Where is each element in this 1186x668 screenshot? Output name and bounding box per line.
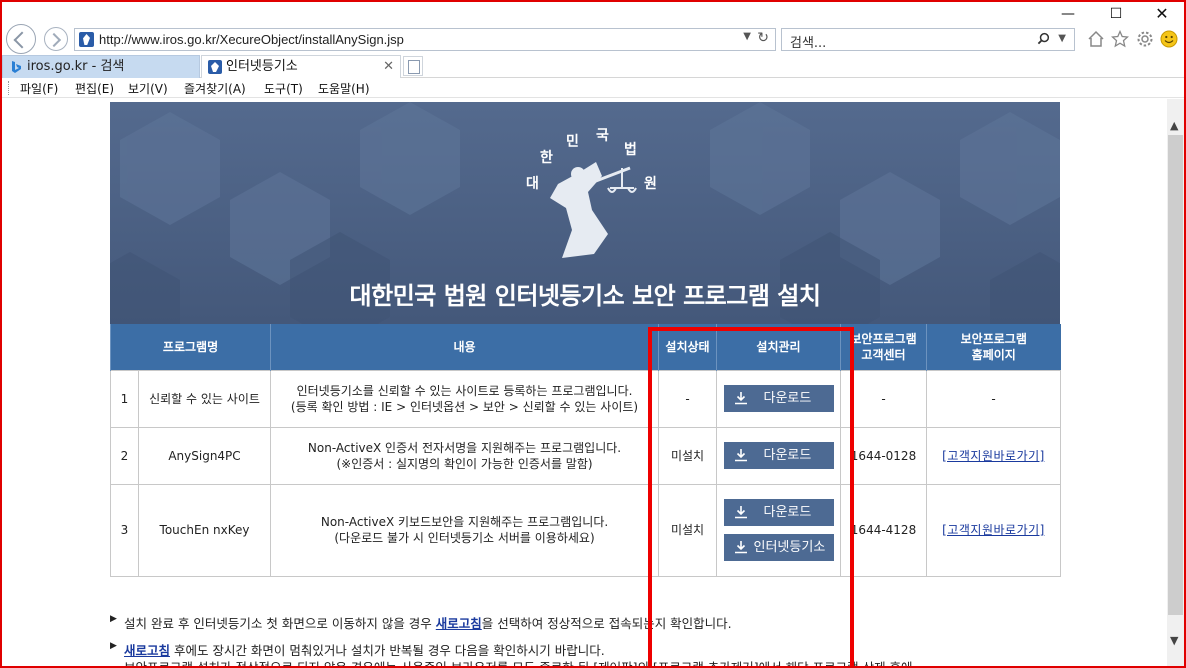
menu-file[interactable]: 파일(F) [20, 80, 58, 97]
bullet-icon: ▶ [110, 641, 117, 651]
favorites-star-icon[interactable] [1111, 30, 1129, 48]
menu-help[interactable]: 도움말(H) [318, 80, 370, 97]
homepage-link: - [926, 369, 1062, 428]
program-description: 인터넷등기소를 신뢰할 수 있는 사이트로 등록하는 프로그램입니다. (등록 확… [270, 369, 660, 428]
menu-favorites[interactable]: 즐겨찾기(A) [184, 80, 246, 97]
homepage-cell: [고객지원바로가기] [926, 426, 1062, 485]
page-title: 대한민국 법원 인터넷등기소 보안 프로그램 설치 [349, 282, 821, 310]
scroll-up-icon[interactable]: ▲ [1170, 119, 1178, 132]
table-row: 2 AnySign4PC Non-ActiveX 인증서 전자서명을 지원해주는… [110, 426, 1062, 485]
emblem-char: 한 [540, 150, 553, 166]
table-row: 1 신뢰할 수 있는 사이트 인터넷등기소를 신뢰할 수 있는 사이트로 등록하… [110, 369, 1062, 428]
feedback-smiley-icon[interactable] [1160, 30, 1178, 48]
header-homepage: 보안프로그램 홈페이지 [926, 324, 1061, 370]
bullet-icon: ▶ [110, 614, 117, 624]
note-subtext: 보안프로그램 설치가 정상적으로 되지 않은 경우에는 사용중인 브라우저를 모… [124, 660, 913, 668]
support-link[interactable]: [고객지원바로가기] [942, 523, 1045, 537]
tab-iros[interactable]: 인터넷등기소 ✕ [201, 55, 401, 78]
scroll-down-icon[interactable]: ▼ [1170, 634, 1178, 647]
menu-tools[interactable]: 도구(T) [264, 80, 303, 97]
close-tab-icon[interactable]: ✕ [383, 56, 394, 78]
table-header-row: 프로그램명 내용 설치상태 설치관리 보안프로그램 고객센터 보안프로그램 홈페이지 [109, 324, 1061, 370]
support-link[interactable]: [고객지원바로가기] [942, 449, 1045, 463]
settings-gear-icon[interactable] [1136, 30, 1154, 48]
search-placeholder[interactable]: 검색... [790, 32, 826, 51]
tab-search[interactable]: iros.go.kr - 검색 [2, 55, 200, 78]
note-item: ▶ 설치 완료 후 인터넷등기소 첫 화면으로 이동하지 않을 경우 새로고침을… [110, 614, 732, 631]
program-description: Non-ActiveX 키보드보안을 지원해주는 프로그램입니다. (다운로드 불… [270, 483, 660, 577]
menu-edit[interactable]: 편집(E) [75, 80, 114, 97]
address-bar[interactable]: http://www.iros.go.kr/XecureObject/insta… [74, 28, 776, 51]
close-window-button[interactable]: ✕ [1150, 4, 1174, 24]
maximize-button[interactable]: ☐ [1104, 4, 1128, 24]
tab-strip: iros.go.kr - 검색 인터넷등기소 ✕ [0, 54, 1186, 78]
scroll-thumb[interactable] [1168, 135, 1183, 615]
emblem-char: 법 [624, 142, 637, 158]
menu-view[interactable]: 보기(V) [128, 80, 168, 97]
vertical-scrollbar[interactable]: ▲ ▼ [1167, 99, 1184, 668]
search-icon[interactable] [1037, 32, 1050, 45]
address-dropdown-icon[interactable]: ▼ [743, 31, 751, 42]
emblem-char: 대 [526, 176, 539, 192]
tab-label: iros.go.kr - 검색 [27, 59, 125, 74]
refresh-link[interactable]: 새로고침 [436, 616, 482, 631]
refresh-icon[interactable]: ↻ [757, 30, 769, 46]
emblem-char: 원 [644, 176, 657, 192]
program-table: 프로그램명 내용 설치상태 설치관리 보안프로그램 고객센터 보안프로그램 홈페이지… [109, 324, 1062, 577]
row-number: 2 [110, 426, 139, 485]
homepage-cell: [고객지원바로가기] [926, 483, 1062, 577]
header-program-name: 프로그램명 [109, 324, 271, 370]
back-button[interactable] [6, 24, 36, 54]
forward-button[interactable] [44, 27, 68, 51]
program-name: TouchEn nxKey [137, 483, 272, 577]
minimize-button[interactable]: — [1056, 4, 1080, 24]
page-banner: 대 한 민 국 법 원 대한민국 법원 인터넷등기소 보안 프로그램 설치 [110, 102, 1060, 324]
row-number: 3 [110, 483, 139, 577]
program-name: AnySign4PC [137, 426, 272, 485]
table-row: 3 TouchEn nxKey Non-ActiveX 키보드보안을 지원해주는… [110, 483, 1062, 577]
search-dropdown-icon[interactable]: ▼ [1058, 33, 1066, 44]
new-tab-button[interactable] [403, 56, 423, 76]
header-content: 내용 [270, 324, 659, 370]
iros-favicon-icon [208, 60, 222, 74]
page-viewport: 대 한 민 국 법 원 대한민국 법원 인터넷등기소 보안 프로그램 설치 프로… [0, 99, 1167, 668]
bing-icon [12, 61, 21, 73]
red-highlight-box [648, 327, 854, 668]
tab-label: 인터넷등기소 [226, 59, 298, 74]
program-description: Non-ActiveX 인증서 전자서명을 지원해주는 프로그램입니다. (※인증… [270, 426, 660, 485]
site-favicon-icon [79, 32, 94, 47]
row-number: 1 [110, 369, 139, 428]
emblem-char: 민 [566, 133, 579, 150]
home-icon[interactable] [1087, 30, 1105, 48]
program-name: 신뢰할 수 있는 사이트 [137, 369, 272, 428]
emblem-char: 국 [596, 128, 609, 144]
menu-grip [8, 81, 11, 95]
title-bar: — ☐ ✕ [0, 0, 1186, 28]
search-box[interactable]: 검색... ▼ [781, 28, 1075, 51]
menu-bar: 파일(F) 편집(E) 보기(V) 즐겨찾기(A) 도구(T) 도움말(H) [0, 78, 1186, 98]
install-notes: ▶ 설치 완료 후 인터넷등기소 첫 화면으로 이동하지 않을 경우 새로고침을… [110, 613, 1110, 668]
address-url[interactable]: http://www.iros.go.kr/XecureObject/insta… [99, 32, 404, 47]
refresh-link[interactable]: 새로고침 [124, 643, 170, 658]
